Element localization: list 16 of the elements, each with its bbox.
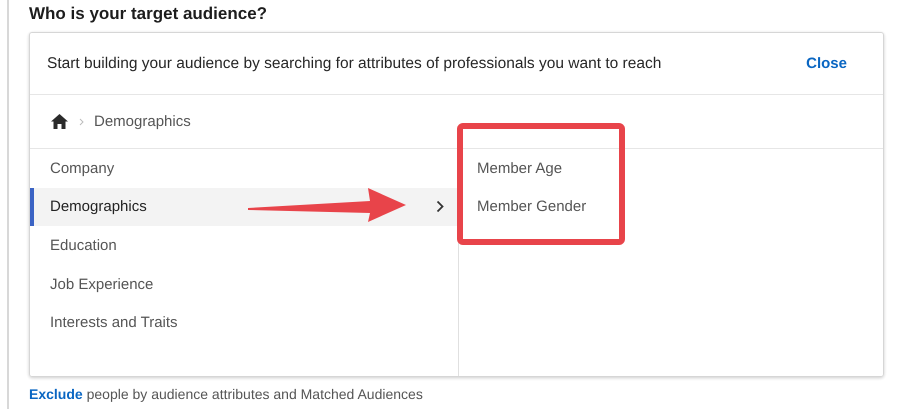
category-item[interactable]: Interests and Traits <box>30 303 458 342</box>
section-heading: Who is your target audience? <box>29 3 268 25</box>
category-item[interactable]: Education <box>30 226 458 265</box>
category-item[interactable]: Company <box>30 149 458 188</box>
intro-text: Start building your audience by searching for attributes of professionals you want to reach <box>47 54 662 72</box>
category-item[interactable]: Job Experience <box>30 264 458 304</box>
chevron-icon <box>436 200 444 214</box>
separator-icon <box>79 118 84 126</box>
close-button[interactable]: Close <box>806 55 847 72</box>
home-icon[interactable] <box>50 113 69 130</box>
exclude-text: Exclude people by audience attributes and Matched Audiences <box>29 385 424 402</box>
subcategory-item[interactable]: Member Gender <box>459 188 883 226</box>
breadcrumb-item[interactable]: Demographics <box>94 113 191 130</box>
subcategory-item[interactable]: Member Age <box>459 149 883 188</box>
category-item[interactable]: Demographics <box>30 188 458 226</box>
exclude-link[interactable]: Exclude <box>29 386 83 402</box>
